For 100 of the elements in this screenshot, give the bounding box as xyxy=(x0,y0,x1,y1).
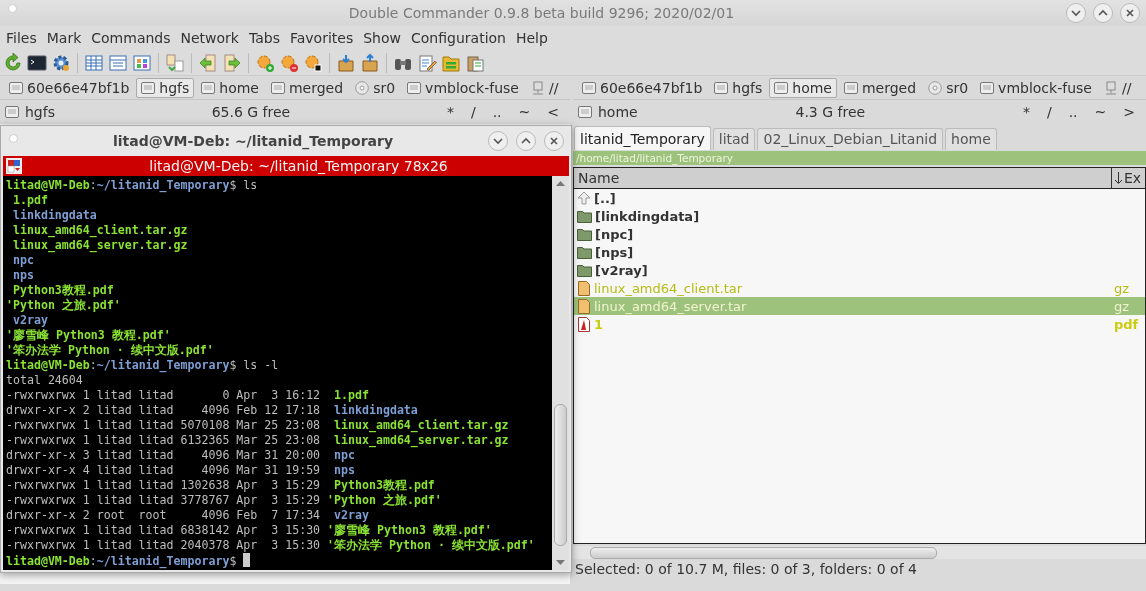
file-row[interactable]: [nps] xyxy=(574,243,1145,261)
file-name: [npc] xyxy=(595,226,634,242)
drive-icon xyxy=(201,80,216,95)
file-name: linux_amd64_client.tar.gz xyxy=(11,223,188,237)
close-button[interactable] xyxy=(1120,3,1140,23)
nav-button[interactable]: * xyxy=(1022,104,1030,120)
minimize-button[interactable] xyxy=(488,131,508,151)
pdf-icon xyxy=(577,316,591,332)
menu-item[interactable]: Configuration xyxy=(407,30,512,46)
nav-button[interactable]: .. xyxy=(492,104,502,120)
list-icon[interactable] xyxy=(108,52,128,73)
grid-icon[interactable] xyxy=(132,52,152,73)
directory-name: nps xyxy=(11,268,34,282)
drive-icon xyxy=(774,80,789,95)
scroll-down-icon xyxy=(556,560,565,566)
drive-button[interactable]: 60e66e47bf1b xyxy=(4,77,135,98)
menu-item[interactable]: Network xyxy=(176,30,245,46)
close-button[interactable] xyxy=(544,131,564,151)
up-arrow-icon xyxy=(577,191,591,205)
menu-item[interactable]: Show xyxy=(359,30,407,46)
terminal-text: $ xyxy=(229,554,237,568)
column-header[interactable]: Ex xyxy=(1124,168,1142,188)
drive-button[interactable]: home xyxy=(769,77,837,98)
nav-button[interactable]: / xyxy=(1046,104,1052,120)
terminal-text: -rwxrwxrwx 1 litad litad 1302638 Apr 3 15:29 xyxy=(6,478,322,492)
folder-tab[interactable]: 02_Linux_Debian_Litanid xyxy=(757,128,944,150)
directory-name: linkdingdata xyxy=(11,208,97,222)
terminal-text: -rwxrwxrwx 1 litad litad 6132365 Mar 25 23:08 xyxy=(6,433,322,447)
window-title: Double Commander 0.9.8 beta build 9296; 2020/02/01 xyxy=(347,5,736,21)
folder-icon xyxy=(577,227,592,241)
package-icon[interactable] xyxy=(336,52,356,73)
prompt-path: ~/litanid_Temporary xyxy=(96,178,230,192)
flower-plus-icon[interactable] xyxy=(255,52,275,73)
file-name: 'Python 之旅.pdf' xyxy=(6,298,121,312)
table-icon[interactable] xyxy=(84,52,104,73)
folder-tab[interactable]: litanid_Temporary xyxy=(574,126,711,150)
arrow-left-icon[interactable] xyxy=(198,52,218,73)
menu-item[interactable]: Help xyxy=(511,30,554,46)
drive-icon xyxy=(9,80,23,95)
terminal-text: drwxr-xr-x 4 litad litad 4096 Mar 31 19:59 xyxy=(6,463,322,477)
column-header[interactable]: Name xyxy=(574,168,1112,188)
file-name: linux_amd64_client.tar.gz xyxy=(333,418,509,432)
file-row[interactable]: [v2ray] xyxy=(574,261,1145,279)
horizontal-scrollbar[interactable] xyxy=(573,546,1146,559)
menu-item[interactable]: Tabs xyxy=(245,30,286,46)
terminal-text: total 24604 xyxy=(6,373,83,387)
file-row[interactable]: [..] xyxy=(574,189,1145,207)
drive-button[interactable]: // xyxy=(1098,77,1137,98)
menu-item[interactable]: Mark xyxy=(42,30,88,46)
drive-button[interactable]: hgfs xyxy=(136,77,195,98)
notepad-pencil-icon[interactable] xyxy=(417,52,437,73)
disc-icon xyxy=(355,80,370,95)
terminal-window-title: litad@VM-Deb: ~/litanid_Temporary xyxy=(111,133,395,149)
vertical-scrollbar[interactable] xyxy=(552,176,569,570)
network-icon xyxy=(1103,80,1118,95)
drive-button[interactable]: home xyxy=(196,77,264,98)
swap-icon[interactable] xyxy=(165,52,185,73)
nav-button[interactable]: * xyxy=(446,104,454,120)
drive-button[interactable]: // xyxy=(525,77,564,98)
sort-icon xyxy=(1114,171,1123,185)
drive-icon xyxy=(141,80,156,95)
folder-tab[interactable]: litad xyxy=(712,128,756,150)
nav-button[interactable]: > xyxy=(1123,104,1135,120)
drive-button[interactable]: merged xyxy=(838,77,922,98)
status-text: Selected: 0 of 10.7 M, files: 0 of 3, folders: 0 of 4 xyxy=(574,560,918,579)
arrow-right-icon[interactable] xyxy=(222,52,242,73)
terminal-text: : xyxy=(89,358,97,372)
nav-button[interactable]: .. xyxy=(1068,104,1078,120)
nav-button[interactable]: ~ xyxy=(518,104,531,120)
maximize-button[interactable] xyxy=(516,131,536,151)
file-row[interactable]: [npc] xyxy=(574,225,1145,243)
drive-button[interactable]: hgfs xyxy=(709,77,768,98)
drive-button[interactable]: merged xyxy=(265,77,349,98)
minimize-button[interactable] xyxy=(1066,3,1086,23)
nav-button[interactable]: ~ xyxy=(1094,104,1107,120)
network-icon xyxy=(530,80,545,95)
nav-button[interactable]: < xyxy=(547,104,559,120)
prompt-path: ~/litanid_Temporary xyxy=(96,358,230,372)
prompt-user: litad@VM-Deb xyxy=(6,554,90,568)
nav-button[interactable]: / xyxy=(470,104,476,120)
file-name: linux_amd64_server.tar.gz xyxy=(11,238,188,252)
package-icon[interactable] xyxy=(360,52,380,73)
drive-button[interactable]: vmblock-fuse xyxy=(402,77,524,98)
drive-button[interactable]: 60e66e47bf1b xyxy=(577,77,708,98)
flower-icon[interactable] xyxy=(303,52,323,73)
drive-button[interactable]: sr0 xyxy=(350,77,401,98)
maximize-button[interactable] xyxy=(1093,3,1113,23)
drive-label: hgfs xyxy=(25,104,55,120)
folder-tab[interactable]: home xyxy=(945,128,997,150)
menu-item[interactable]: Favorites xyxy=(286,30,360,46)
file-name: '廖雪峰 Python3 教程.pdf' xyxy=(327,523,492,537)
menu-item[interactable]: Files xyxy=(2,30,43,46)
menu-item[interactable]: Commands xyxy=(87,30,177,46)
drive-button[interactable]: sr0 xyxy=(923,77,974,98)
terminal-menu-icon[interactable] xyxy=(6,158,22,174)
drive-button[interactable]: vmblock-fuse xyxy=(975,77,1097,98)
file-name: 1.pdf xyxy=(333,388,369,402)
directory-name: linkdingdata xyxy=(333,403,418,417)
file-row[interactable]: [linkdingdata] xyxy=(574,207,1145,225)
terminal-icon[interactable] xyxy=(27,52,47,73)
